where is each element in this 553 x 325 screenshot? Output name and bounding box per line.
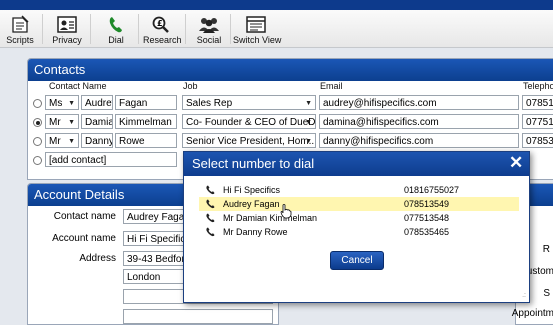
- title-select[interactable]: Mr: [45, 114, 79, 129]
- scripts-label: Scripts: [6, 35, 34, 45]
- phone-icon: [206, 213, 215, 223]
- dialog-title: Select number to dial: [192, 156, 315, 171]
- scripts-button[interactable]: Scripts: [4, 10, 36, 47]
- dial-entry-name: Mr Damian Kimmelman: [223, 213, 318, 223]
- account-name-label: Account name: [52, 233, 116, 244]
- last-name-field[interactable]: Kimmelman: [115, 114, 177, 129]
- privacy-label: Privacy: [52, 35, 82, 45]
- dial-entry-number: 077513548: [404, 213, 450, 223]
- col-header-job: Job: [183, 81, 198, 91]
- phone-icon: [206, 185, 215, 195]
- dial-entry-number: 01816755027: [404, 185, 460, 195]
- first-name-field[interactable]: Audrey: [81, 95, 113, 110]
- contact-radio[interactable]: [33, 99, 42, 108]
- last-name-field[interactable]: Fagan: [115, 95, 177, 110]
- contact-name-label: Contact name: [53, 211, 116, 222]
- research-button[interactable]: £ Research: [143, 10, 182, 47]
- svg-text:£: £: [157, 19, 163, 28]
- email-field[interactable]: danny@hifispecifics.com: [319, 133, 519, 148]
- contact-radio-selected[interactable]: [33, 118, 42, 127]
- right-label-r: R: [542, 244, 550, 255]
- hand-cursor-icon: [280, 204, 292, 219]
- last-name-field[interactable]: Rowe: [115, 133, 177, 148]
- dial-entry[interactable]: Mr Damian Kimmelman 077513548: [199, 211, 519, 225]
- phone-icon: [206, 199, 215, 209]
- social-icon: [199, 18, 219, 33]
- first-name-field[interactable]: Damian: [81, 114, 113, 129]
- right-label-s: S: [543, 288, 550, 299]
- job-select[interactable]: Sales Rep: [182, 95, 316, 110]
- toolbar: Scripts Privacy Dial £ Research Social S…: [0, 10, 553, 48]
- right-label-appointment: Appointm: [511, 308, 553, 319]
- privacy-button[interactable]: Privacy: [50, 10, 84, 47]
- social-button[interactable]: Social: [192, 10, 226, 47]
- app-top-bar: [0, 0, 553, 10]
- dial-entry[interactable]: Mr Danny Rowe 078535465: [199, 225, 519, 239]
- email-field[interactable]: audrey@hifispecifics.com: [319, 95, 519, 110]
- add-contact-field[interactable]: [add contact]: [45, 152, 177, 167]
- research-label: Research: [143, 35, 182, 45]
- telephone-field[interactable]: 077515: [522, 114, 553, 129]
- job-select[interactable]: Senior Vice President, Hom...: [182, 133, 316, 148]
- contact-radio[interactable]: [33, 137, 42, 146]
- title-select[interactable]: Ms: [45, 95, 79, 110]
- close-icon[interactable]: ✕: [509, 154, 523, 172]
- resize-grip-icon[interactable]: .:: [522, 292, 526, 299]
- cancel-button[interactable]: Cancel: [330, 251, 384, 270]
- scripts-icon: [12, 15, 29, 33]
- dial-entry-highlighted[interactable]: Audrey Fagan 078513549: [199, 197, 519, 211]
- dial-entry-name: Hi Fi Specifics: [223, 185, 281, 195]
- col-header-telephone: Telepho: [523, 81, 553, 91]
- telephone-field[interactable]: 078535: [522, 133, 553, 148]
- toolbar-divider: [90, 14, 91, 44]
- first-name-field[interactable]: Danny: [81, 133, 113, 148]
- privacy-icon: [57, 16, 77, 33]
- toolbar-divider: [138, 14, 139, 44]
- email-field[interactable]: damina@hifispecifics.com: [319, 114, 519, 129]
- toolbar-divider: [42, 14, 43, 44]
- social-label: Social: [196, 35, 222, 45]
- dial-entry[interactable]: Hi Fi Specifics 01816755027: [199, 183, 519, 197]
- switch-view-icon: [246, 16, 266, 33]
- dial-entry-number: 078513549: [404, 199, 450, 209]
- job-select[interactable]: Co- Founder & CEO of DueDil: [182, 114, 316, 129]
- dialog-header: Select number to dial ✕: [184, 152, 529, 176]
- contacts-title: Contacts: [28, 59, 553, 81]
- research-icon: £: [152, 16, 169, 33]
- switch-view-button[interactable]: Switch View: [233, 10, 282, 47]
- switch-view-label: Switch View: [233, 35, 282, 45]
- toolbar-divider: [185, 14, 186, 44]
- phone-icon: [109, 17, 122, 33]
- dial-button[interactable]: Dial: [98, 10, 134, 47]
- address-line4-field[interactable]: [123, 309, 273, 324]
- toolbar-divider: [230, 14, 231, 44]
- dial-entry-name: Audrey Fagan: [223, 199, 280, 209]
- address-label: Address: [79, 253, 116, 264]
- dial-entry-number: 078535465: [404, 227, 450, 237]
- col-header-name: Contact Name: [49, 81, 107, 91]
- dial-entry-name: Mr Danny Rowe: [223, 227, 288, 237]
- phone-icon: [206, 227, 215, 237]
- telephone-field[interactable]: 078513: [522, 95, 553, 110]
- dial-label: Dial: [108, 35, 124, 45]
- contact-radio[interactable]: [33, 156, 42, 165]
- select-number-dialog: Select number to dial ✕ Hi Fi Specifics …: [183, 151, 530, 303]
- col-header-email: Email: [320, 81, 343, 91]
- title-select[interactable]: Mr: [45, 133, 79, 148]
